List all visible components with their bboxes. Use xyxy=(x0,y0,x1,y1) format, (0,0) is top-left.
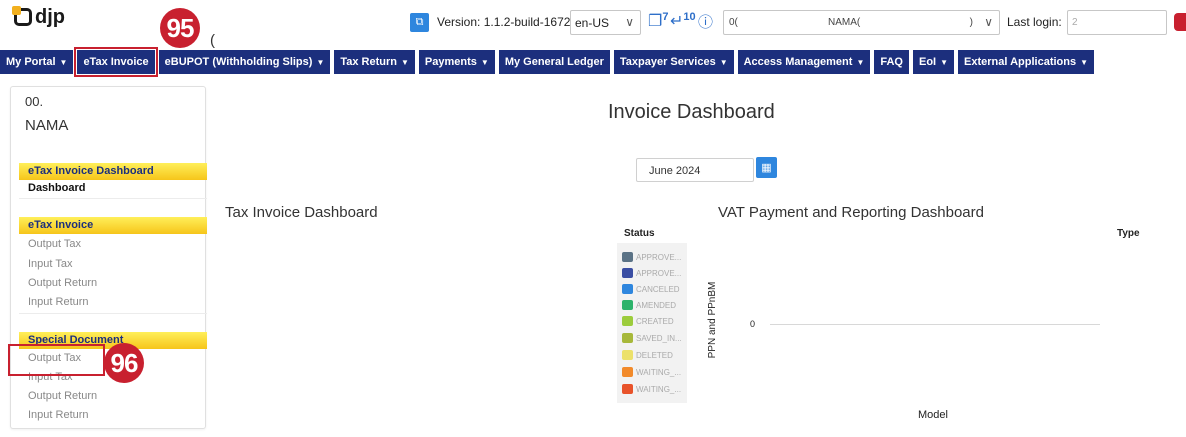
calendar-icon[interactable]: ▦ xyxy=(756,157,777,178)
nav-ebupot[interactable]: eBUPOT (Withholding Slips) ▼ xyxy=(158,50,331,74)
sidebar: 00. NAMA eTax Invoice Dashboard Dashboar… xyxy=(10,86,207,429)
caret-down-icon: ▼ xyxy=(719,58,728,67)
top-header: djp 95 ⧉ Version: 1.1.2-build-1672 en-US… xyxy=(0,0,1186,50)
zero-baseline xyxy=(770,324,1100,325)
last-login-label: Last login: xyxy=(1007,15,1062,29)
user-name: NAMA( xyxy=(828,17,861,28)
y-axis-label: PPN and PPnBM xyxy=(707,281,718,359)
caret-down-icon: ▼ xyxy=(940,58,949,67)
caret-down-icon: ▼ xyxy=(856,58,865,67)
status-legend-title: Status xyxy=(624,228,655,239)
logout-icon[interactable] xyxy=(1174,13,1186,31)
logo-text: djp xyxy=(35,5,65,28)
nav-external-applications[interactable]: External Applications ▼ xyxy=(958,50,1095,74)
caret-down-icon: ▼ xyxy=(401,58,409,67)
sidebar-item-input-return[interactable]: Input Return xyxy=(28,296,89,308)
legend-swatch xyxy=(622,252,633,262)
vat-dashboard-title: VAT Payment and Reporting Dashboard xyxy=(718,204,984,221)
page-title: Invoice Dashboard xyxy=(608,101,775,123)
legend-swatch xyxy=(622,333,633,343)
type-legend-title: Type xyxy=(1117,228,1140,239)
sidebar-heading-etax-invoice-dashboard: eTax Invoice Dashboard xyxy=(19,163,207,180)
legend-item[interactable]: APPROVE... xyxy=(622,251,681,263)
legend-item[interactable]: WAITING_... xyxy=(622,383,681,395)
sidebar-taxpayer-name-end: ( xyxy=(210,32,215,49)
nav-faq[interactable]: FAQ xyxy=(874,50,909,74)
language-select[interactable]: en-US ∨ xyxy=(570,10,641,35)
legend-item[interactable]: DELETED xyxy=(622,349,673,361)
djp-logo[interactable]: djp xyxy=(12,4,65,30)
caret-down-icon: ▼ xyxy=(316,58,325,67)
nav-etax-invoice[interactable]: eTax Invoice xyxy=(74,47,158,77)
legend-swatch xyxy=(622,316,633,326)
step-badge-95: 95 xyxy=(160,8,200,48)
notification-count: 10 xyxy=(683,11,696,23)
sidebar-divider xyxy=(19,198,207,199)
nav-access-management[interactable]: Access Management ▼ xyxy=(737,50,871,74)
help-icon[interactable]: ⓘ xyxy=(698,11,713,32)
sidebar-item-special-input-return[interactable]: Input Return xyxy=(28,409,89,421)
sidebar-item-output-tax[interactable]: Output Tax xyxy=(28,238,81,250)
legend-item[interactable]: AMENDED xyxy=(622,299,676,311)
legend-swatch xyxy=(622,300,633,310)
document-notification-icon[interactable]: ❐7 xyxy=(648,11,668,31)
sidebar-divider xyxy=(19,313,207,314)
main-nav: My Portal ▼ eTax Invoice eBUPOT (Withhold… xyxy=(0,47,1098,77)
notification-count: 7 xyxy=(662,11,669,23)
nav-taxpayer-services[interactable]: Taxpayer Services ▼ xyxy=(613,50,734,74)
legend-item[interactable]: CANCELED xyxy=(622,283,680,295)
nav-my-general-ledger[interactable]: My General Ledger xyxy=(498,50,610,74)
step-badge-96: 96 xyxy=(104,343,144,383)
copy-icon[interactable]: ⧉ xyxy=(410,13,429,32)
chevron-down-icon: ∨ xyxy=(984,15,993,29)
sidebar-item-output-return[interactable]: Output Return xyxy=(28,277,97,289)
caret-down-icon: ▼ xyxy=(59,58,68,67)
caret-down-icon: ▼ xyxy=(1080,58,1089,67)
y-tick-zero: 0 xyxy=(750,319,756,329)
period-input[interactable]: June 2024 xyxy=(636,158,754,182)
sidebar-item-special-output-return[interactable]: Output Return xyxy=(28,390,97,402)
legend-item[interactable]: WAITING_... xyxy=(622,366,681,378)
legend-item[interactable]: APPROVE... xyxy=(622,267,681,279)
last-login-value: 2 xyxy=(1067,10,1167,35)
legend-swatch xyxy=(622,367,633,377)
language-value: en-US xyxy=(575,16,610,30)
tax-invoice-dashboard-title: Tax Invoice Dashboard xyxy=(225,204,378,221)
user-select[interactable]: 0( NAMA( ) ∨ xyxy=(723,10,1000,35)
inbox-notification-icon[interactable]: ↵10 xyxy=(670,11,696,31)
sidebar-taxpayer-name: NAMA xyxy=(25,117,69,134)
user-id: 0( xyxy=(729,17,738,28)
nav-eoi[interactable]: EoI ▼ xyxy=(912,50,955,74)
x-axis-label: Model xyxy=(918,409,948,421)
status-legend: APPROVE... APPROVE... CANCELED AMENDED C… xyxy=(617,243,687,403)
legend-item[interactable]: CREATED xyxy=(622,315,674,327)
nav-my-portal[interactable]: My Portal ▼ xyxy=(0,50,74,74)
legend-item[interactable]: SAVED_IN... xyxy=(622,332,682,344)
sidebar-heading-etax-invoice: eTax Invoice xyxy=(19,217,207,234)
caret-down-icon: ▼ xyxy=(480,58,489,67)
djp-logo-icon xyxy=(12,6,32,26)
nav-tax-return[interactable]: Tax Return ▼ xyxy=(334,50,415,74)
nav-payments[interactable]: Payments ▼ xyxy=(418,50,495,74)
legend-swatch xyxy=(622,284,633,294)
user-tail: ) xyxy=(969,17,973,28)
legend-swatch xyxy=(622,268,633,278)
legend-swatch xyxy=(622,350,633,360)
sidebar-item-dashboard[interactable]: Dashboard xyxy=(28,182,85,194)
sidebar-taxpayer-id: 00. xyxy=(25,94,44,109)
highlight-box-output-tax xyxy=(8,344,105,376)
sidebar-item-input-tax[interactable]: Input Tax xyxy=(28,258,72,270)
chevron-down-icon: ∨ xyxy=(625,15,634,29)
version-text: Version: 1.1.2-build-1672 xyxy=(437,15,571,29)
legend-swatch xyxy=(622,384,633,394)
